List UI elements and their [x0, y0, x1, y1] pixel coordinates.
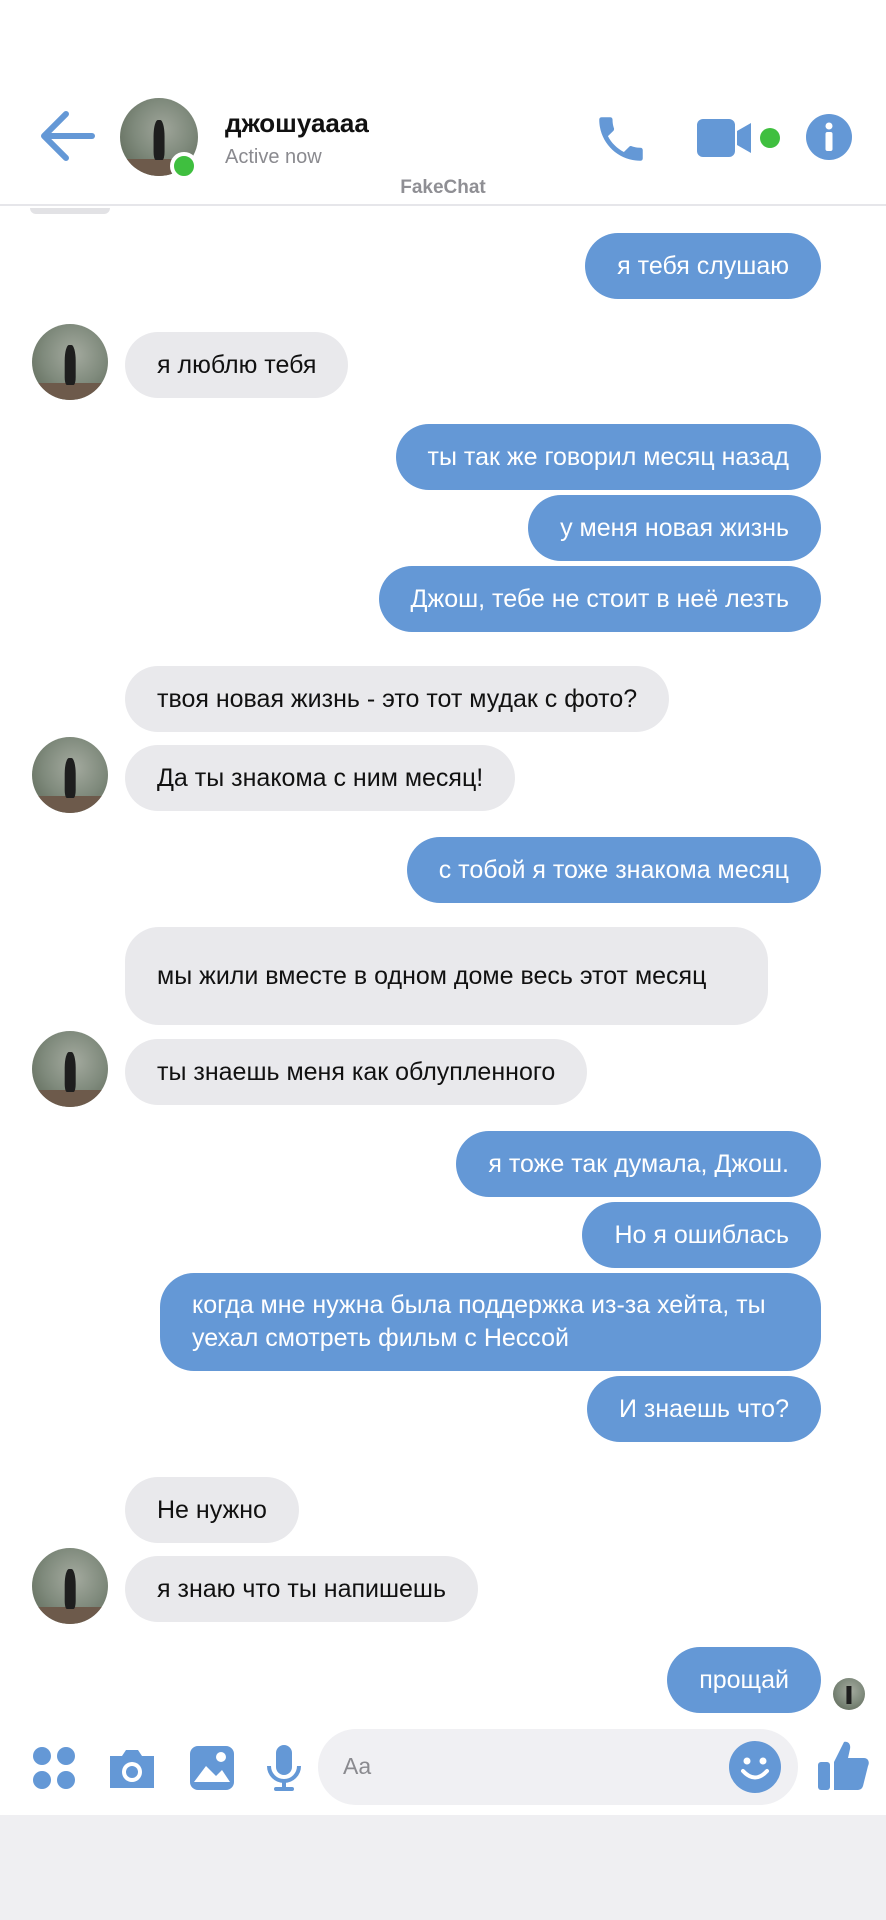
message-outgoing[interactable]: И знаешь что? — [586, 1376, 821, 1442]
video-active-dot — [760, 128, 780, 148]
app-watermark: FakeChat — [400, 177, 486, 198]
message-incoming[interactable]: Да ты знакома с ним месяц! — [125, 745, 516, 811]
message-composer: Aa — [0, 1726, 886, 1810]
message-outgoing[interactable]: прощай — [667, 1647, 821, 1713]
sender-avatar[interactable] — [32, 737, 108, 813]
message-incoming[interactable]: Не нужно — [125, 1477, 299, 1543]
message-input-placeholder: Aa — [343, 1753, 372, 1779]
contact-name[interactable]: джошуаааа — [225, 108, 369, 139]
contact-status: Active now — [225, 146, 322, 168]
message-incoming[interactable]: мы жили вместе в одном доме весь этот ме… — [125, 927, 768, 1025]
message-incoming[interactable]: ты знаешь меня как облупленного — [125, 1039, 588, 1105]
chat-header: джошуаааа Active now FakeChat — [0, 0, 886, 206]
message-outgoing[interactable]: я тебя слушаю — [585, 233, 821, 299]
message-outgoing[interactable]: ты так же говорил месяц назад — [395, 424, 821, 490]
sender-avatar[interactable] — [32, 1031, 108, 1107]
phone-icon[interactable] — [592, 110, 650, 168]
microphone-icon[interactable] — [258, 1742, 310, 1794]
system-bottom-area — [0, 1815, 886, 1920]
sender-avatar[interactable] — [32, 1548, 108, 1624]
message-incoming[interactable]: твоя новая жизнь - это тот мудак с фото? — [125, 666, 670, 732]
apps-icon[interactable] — [28, 1742, 80, 1794]
info-icon[interactable] — [805, 113, 853, 161]
read-receipt-avatar — [833, 1678, 865, 1710]
thumbs-up-icon[interactable] — [815, 1738, 871, 1794]
camera-icon[interactable] — [106, 1742, 158, 1794]
message-outgoing[interactable]: Джош, тебе не стоит в неё лезть — [378, 566, 821, 632]
sender-avatar[interactable] — [32, 324, 108, 400]
online-indicator — [170, 152, 198, 180]
message-list[interactable]: я тебя слушаю я люблю тебя ты так же гов… — [0, 208, 886, 1726]
message-incoming[interactable]: я знаю что ты напишешь — [125, 1556, 479, 1622]
message-outgoing[interactable]: когда мне нужна была поддержка из-за хей… — [160, 1273, 821, 1371]
gallery-icon[interactable] — [186, 1742, 238, 1794]
message-outgoing[interactable]: Но я ошиблась — [582, 1202, 821, 1268]
message-input[interactable]: Aa — [318, 1729, 798, 1805]
message-outgoing[interactable]: с тобой я тоже знакома месяц — [406, 837, 821, 903]
message-outgoing[interactable]: я тоже так думала, Джош. — [456, 1131, 821, 1197]
partial-avatar — [30, 208, 110, 214]
chat-screen: джошуаааа Active now FakeChat я тебя слу — [0, 0, 886, 1920]
back-arrow-icon[interactable] — [38, 110, 98, 162]
message-incoming[interactable]: я люблю тебя — [125, 332, 349, 398]
message-outgoing[interactable]: у меня новая жизнь — [528, 495, 821, 561]
video-camera-icon[interactable] — [695, 117, 755, 159]
emoji-icon[interactable] — [728, 1740, 782, 1794]
